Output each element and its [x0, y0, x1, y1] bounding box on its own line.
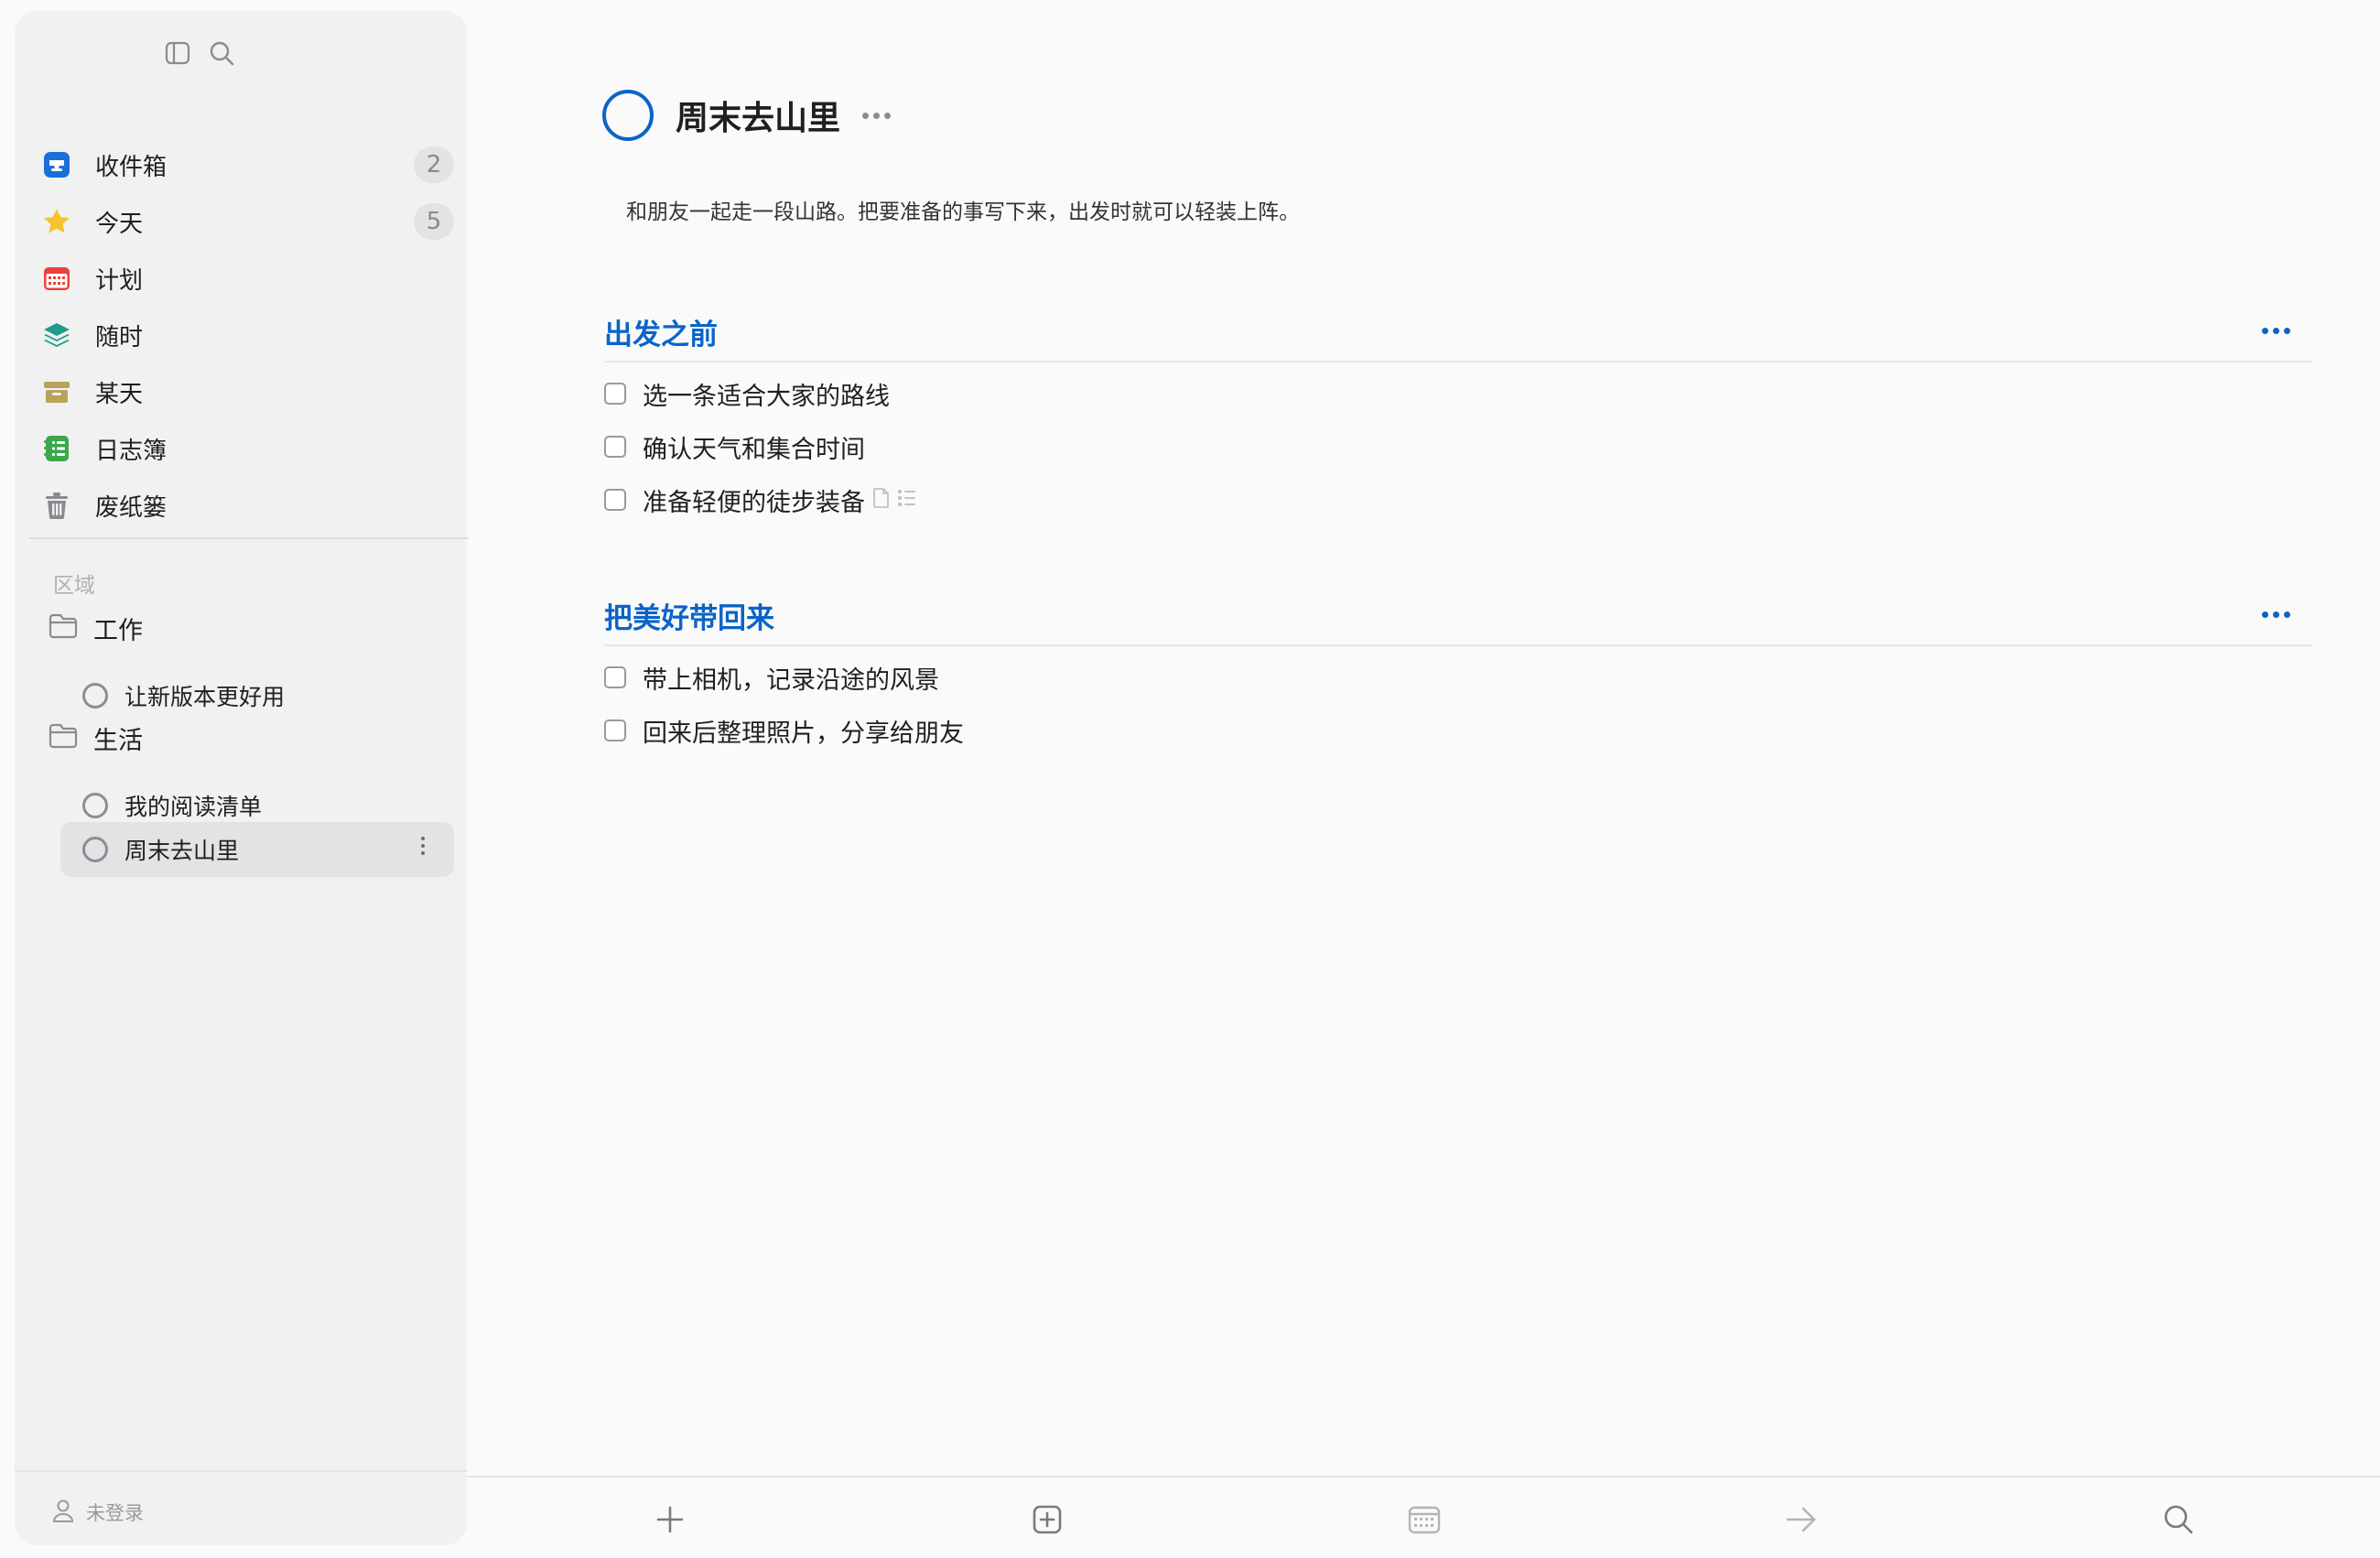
todo-title: 准备轻便的徒步装备 [643, 488, 865, 517]
todo-item[interactable]: 带上相机，记录沿途的风景 [604, 655, 939, 699]
heading-section: 把美好带回来 [604, 588, 2312, 646]
project-label: 周末去山里 [124, 838, 240, 864]
todo-checkbox[interactable] [604, 719, 626, 741]
nav-label: 随时 [95, 323, 144, 352]
note-icon [872, 487, 891, 513]
count-badge: 2 [414, 146, 454, 183]
sidebar: 收件箱 2 今天 5 计划 随时 某天 日志簿 废纸篓 区域 工作 让新版本更好… [15, 11, 469, 1545]
folder-icon [48, 722, 79, 753]
heading-section: 出发之前 [604, 304, 2312, 362]
project-item-selected[interactable]: 周末去山里 [60, 822, 454, 877]
project-progress-ring [82, 793, 108, 818]
todo-item[interactable]: 选一条适合大家的路线 [604, 372, 890, 416]
todo-title: 确认天气和集合时间 [643, 435, 865, 464]
page-title[interactable]: 周末去山里 [676, 92, 840, 139]
todo-checkbox[interactable] [604, 436, 626, 458]
logbook-icon [37, 428, 77, 469]
search-icon[interactable] [2157, 1498, 2201, 1542]
todo-item[interactable]: 准备轻便的徒步装备 [604, 478, 918, 522]
project-notes[interactable]: 和朋友一起走一段山路。把要准备的事写下来，出发时就可以轻装上阵。 [626, 194, 1300, 225]
person-icon [51, 1498, 75, 1527]
heading-more-icon[interactable] [2262, 611, 2290, 618]
nav-item-anytime[interactable]: 随时 [33, 308, 463, 362]
area-life[interactable]: 生活 [48, 714, 143, 762]
todo-title: 回来后整理照片，分享给朋友 [643, 719, 964, 748]
sidebar-divider [29, 537, 469, 539]
inbox-icon [37, 145, 77, 185]
count-badge: 5 [414, 203, 454, 240]
heading-title[interactable]: 把美好带回来 [604, 595, 774, 636]
layers-icon [37, 315, 77, 355]
checklist-icon [896, 487, 918, 513]
move-arrow-icon[interactable] [1780, 1498, 1823, 1542]
add-heading-icon[interactable] [1025, 1498, 1069, 1542]
calendar-icon [37, 258, 77, 298]
todo-title: 选一条适合大家的路线 [643, 382, 890, 411]
sidebar-top-bar [15, 11, 467, 77]
project-view: 周末去山里 和朋友一起走一段山路。把要准备的事写下来，出发时就可以轻装上阵。 出… [467, 0, 2380, 1556]
todo-checkbox[interactable] [604, 489, 626, 511]
nav-label: 某天 [95, 380, 144, 408]
heading-more-icon[interactable] [2262, 328, 2290, 334]
areas-section-label: 区域 [53, 574, 95, 598]
account-label: 未登录 [86, 1502, 144, 1524]
project-complete-checkbox[interactable] [602, 90, 654, 141]
area-work[interactable]: 工作 [48, 604, 143, 652]
folder-icon [48, 612, 79, 644]
calendar-icon[interactable] [1402, 1498, 1446, 1542]
heading-title[interactable]: 出发之前 [604, 311, 718, 352]
nav-label: 废纸篓 [95, 493, 168, 522]
todo-checkbox[interactable] [604, 383, 626, 405]
bottom-toolbar [467, 1476, 2380, 1558]
account-button[interactable]: 未登录 [51, 1498, 144, 1527]
more-horizontal-icon[interactable] [862, 112, 892, 119]
search-icon[interactable] [200, 31, 243, 75]
project-progress-ring [82, 683, 108, 709]
nav-item-upcoming[interactable]: 计划 [33, 251, 463, 306]
nav-label: 日志簿 [95, 437, 168, 465]
todo-item[interactable]: 回来后整理照片，分享给朋友 [604, 709, 964, 752]
nav-item-inbox[interactable]: 收件箱 2 [33, 137, 463, 192]
nav-item-trash[interactable]: 废纸篓 [33, 478, 463, 533]
trash-icon [37, 485, 77, 525]
nav-item-today[interactable]: 今天 5 [33, 194, 463, 249]
sidebar-toggle-icon[interactable] [156, 31, 200, 75]
add-todo-icon[interactable] [648, 1498, 692, 1542]
todo-checkbox[interactable] [604, 666, 626, 688]
todo-indicators [872, 487, 918, 513]
archive-box-icon [37, 372, 77, 412]
project-header: 周末去山里 [602, 90, 892, 141]
todo-item[interactable]: 确认天气和集合时间 [604, 425, 865, 469]
more-vertical-icon[interactable] [421, 837, 425, 855]
todo-title: 带上相机，记录沿途的风景 [643, 665, 939, 695]
project-label: 我的阅读清单 [124, 794, 263, 820]
project-progress-ring [82, 837, 108, 862]
area-label: 工作 [93, 616, 143, 645]
nav-item-logbook[interactable]: 日志簿 [33, 421, 463, 476]
nav-label: 收件箱 [95, 153, 168, 181]
area-label: 生活 [93, 726, 143, 755]
project-label: 让新版本更好用 [124, 684, 286, 710]
nav-label: 计划 [95, 266, 144, 295]
sidebar-footer: 未登录 [15, 1470, 467, 1545]
nav-item-someday[interactable]: 某天 [33, 364, 463, 419]
star-icon [37, 201, 77, 242]
nav-label: 今天 [95, 210, 144, 238]
